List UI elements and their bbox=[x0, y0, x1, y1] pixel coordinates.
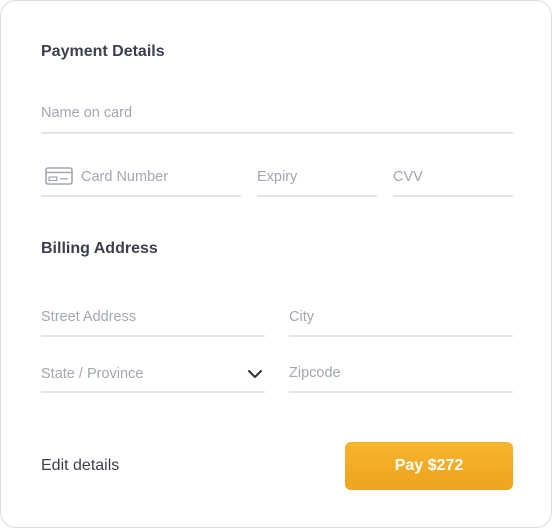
pay-button[interactable]: Pay $272 bbox=[345, 442, 513, 490]
zipcode-field bbox=[289, 354, 513, 393]
street-address-field bbox=[41, 298, 265, 337]
card-number-input[interactable] bbox=[41, 159, 241, 195]
edit-details-link[interactable]: Edit details bbox=[41, 456, 119, 476]
name-on-card-field bbox=[41, 94, 513, 134]
name-on-card-input[interactable] bbox=[41, 94, 513, 132]
zipcode-input[interactable] bbox=[289, 354, 513, 391]
city-field bbox=[289, 298, 513, 337]
billing-address-title: Billing Address bbox=[41, 240, 158, 257]
payment-card: Payment Details Billing Address State / … bbox=[0, 0, 552, 528]
city-input[interactable] bbox=[289, 298, 513, 335]
cvv-field bbox=[393, 159, 513, 197]
state-province-value: State / Province bbox=[41, 366, 144, 382]
card-number-field bbox=[41, 159, 241, 197]
expiry-field bbox=[257, 159, 377, 197]
street-address-input[interactable] bbox=[41, 298, 265, 335]
state-province-select[interactable]: State / Province bbox=[41, 356, 265, 393]
chevron-down-icon bbox=[248, 370, 262, 378]
payment-details-title: Payment Details bbox=[41, 43, 165, 60]
cvv-input[interactable] bbox=[393, 159, 513, 195]
expiry-input[interactable] bbox=[257, 159, 377, 195]
